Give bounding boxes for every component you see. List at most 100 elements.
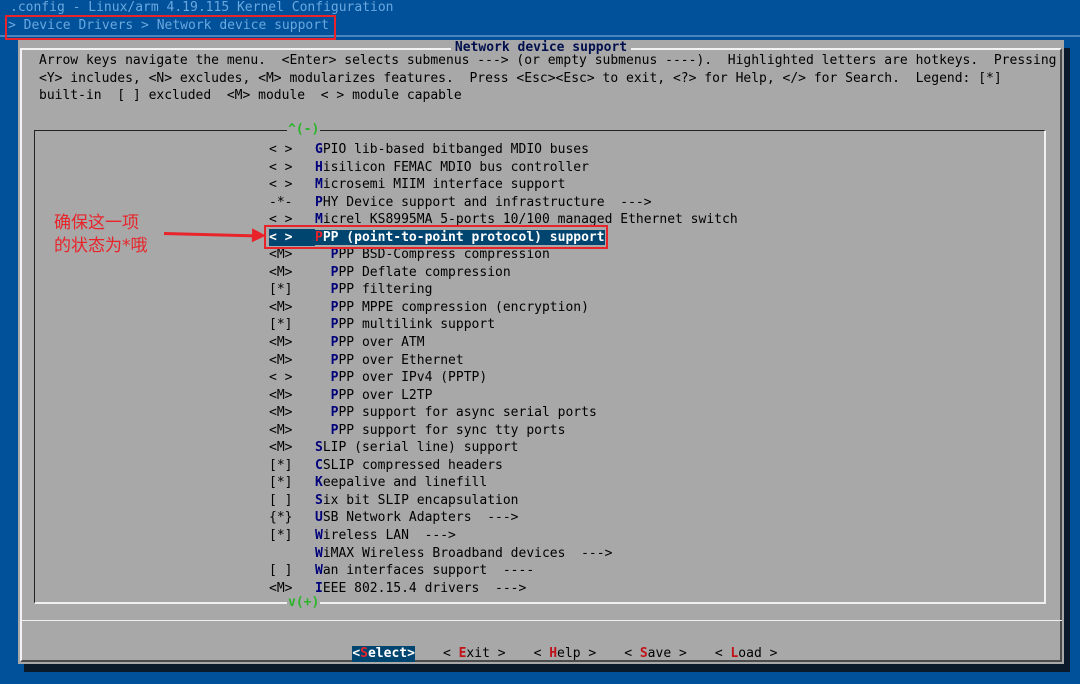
menu-item-state[interactable]: -*- [269, 194, 315, 212]
scroll-up-indicator[interactable]: ^(-) [287, 123, 321, 137]
exit-button[interactable]: < Exit > [443, 646, 506, 662]
window-title: .config - Linux/arm 4.19.115 Kernel Conf… [10, 0, 394, 15]
menu-item[interactable]: WiMAX Wireless Broadband devices ---> [269, 545, 738, 563]
menu-item[interactable]: -*- PHY Device support and infrastructure… [269, 194, 738, 212]
menu-item[interactable]: {*} USB Network Adapters ---> [269, 509, 738, 527]
menu-item-hotkey: H [315, 159, 323, 175]
save-button[interactable]: < Save > [624, 646, 687, 662]
menu-item-state[interactable]: <M> [269, 404, 315, 422]
menu-item-hotkey: W [315, 528, 323, 544]
menu-item-state[interactable]: <M> [269, 387, 315, 405]
menu-item[interactable]: [*] Keepalive and linefill [269, 474, 738, 492]
config-dialog: Network device support Arrow keys naviga… [18, 40, 1064, 664]
menu-item[interactable]: [*] Wireless LAN ---> [269, 527, 738, 545]
menu-item-label: LIP (serial line) support [322, 440, 519, 456]
menu-item[interactable]: [*] PPP multilink support [269, 316, 738, 334]
menu-item-indent [315, 317, 331, 332]
menu-list-box[interactable]: ^(-) < > GPIO lib-based bitbanged MDIO bu… [34, 123, 1046, 610]
menu-item-label: ix bit SLIP encapsulation [322, 492, 519, 508]
menu-item[interactable]: <M> SLIP (serial line) support [269, 439, 738, 457]
menu-item-state[interactable]: < > [269, 176, 315, 194]
menu-item-label: ireless LAN ---> [322, 528, 456, 544]
button-separator [20, 620, 1062, 621]
menu-item[interactable]: [*] CSLIP compressed headers [269, 457, 738, 475]
menu-item-indent [315, 353, 331, 368]
menu-item-state[interactable]: <M> [269, 352, 315, 370]
menu-item-indent [315, 423, 331, 438]
menu-item-hotkey: I [315, 580, 323, 596]
menu-item-state[interactable]: < > [269, 159, 315, 177]
menu-item[interactable]: <M> PPP over L2TP [269, 387, 738, 405]
menu-item-label: PP support for sync tty ports [338, 422, 566, 438]
menu-item-label: iMAX Wireless Broadband devices ---> [322, 545, 613, 561]
menu-item-indent [315, 300, 331, 315]
menu-item[interactable]: < > Hisilicon FEMAC MDIO bus controller [269, 159, 738, 177]
menu-item-label: icrosemi MIIM interface support [322, 177, 566, 193]
menu-item-hotkey: S [315, 492, 323, 508]
menu-item-label: PP MPPE compression (encryption) [338, 299, 589, 315]
menu-item-hotkey: K [315, 475, 323, 491]
button-bar: <Select> < Exit > < Help > < Save > < Load > [321, 630, 805, 678]
menu-item-state[interactable]: [*] [269, 457, 315, 475]
menu-item-state[interactable]: [*] [269, 316, 315, 334]
menu-item[interactable]: <M> PPP over Ethernet [269, 352, 738, 370]
menu-item-label: PP multilink support [338, 317, 496, 333]
menu-item-state[interactable]: [*] [269, 281, 315, 299]
menu-item-label: PP Deflate compression [338, 264, 511, 280]
menu-item-label: EEE 802.15.4 drivers ---> [322, 580, 527, 596]
menu-item-label: PP over ATM [338, 335, 425, 351]
menu-item-indent [315, 405, 331, 420]
menu-item-hotkey: U [315, 510, 323, 526]
menu-item-label: PP support for async serial ports [338, 405, 597, 421]
load-button[interactable]: < Load > [715, 646, 778, 662]
menu-item-label: isilicon FEMAC MDIO bus controller [322, 159, 589, 175]
menu-list: < > GPIO lib-based bitbanged MDIO buses < … [269, 141, 738, 597]
menu-item-hotkey: M [315, 177, 323, 193]
menu-item-label: PP filtering [338, 282, 433, 298]
menu-item-label: PIO lib-based bitbanged MDIO buses [322, 142, 589, 157]
menu-item[interactable]: <M> IEEE 802.15.4 drivers ---> [269, 580, 738, 598]
annotation-note: 确保这一项 的状态为*哦 [54, 213, 148, 256]
menu-item-label: eepalive and linefill [322, 475, 488, 491]
menu-item-label: SLIP compressed headers [322, 457, 503, 473]
menu-item-label: PP over IPv4 (PPTP) [338, 370, 488, 386]
select-button[interactable]: <Select> [352, 646, 415, 662]
menu-item[interactable]: < > PPP over IPv4 (PPTP) [269, 369, 738, 387]
menu-item[interactable]: [ ] Wan interfaces support ---- [269, 562, 738, 580]
selected-item-highlight-box [264, 225, 608, 249]
menu-item-state[interactable]: <M> [269, 334, 315, 352]
menu-item-state[interactable]: [*] [269, 474, 315, 492]
menu-item-indent [315, 247, 331, 262]
menu-item[interactable]: <M> PPP support for async serial ports [269, 404, 738, 422]
menu-item-state[interactable]: [*] [269, 527, 315, 545]
menu-item-state[interactable]: <M> [269, 439, 315, 457]
menu-item-label: an interfaces support ---- [322, 563, 535, 579]
menu-item-hotkey: G [315, 142, 323, 157]
menu-item[interactable]: <M> PPP Deflate compression [269, 264, 738, 282]
menu-item[interactable]: < > Microsemi MIIM interface support [269, 176, 738, 194]
menu-item-label: PP over Ethernet [338, 352, 464, 368]
menu-item[interactable]: < > GPIO lib-based bitbanged MDIO buses [269, 141, 738, 159]
menu-item[interactable]: [*] PPP filtering [269, 281, 738, 299]
menu-item-label: SB Network Adapters ---> [322, 510, 519, 526]
menu-item-state[interactable]: [ ] [269, 562, 315, 580]
menu-item-indent [315, 370, 331, 385]
menu-item[interactable]: <M> PPP MPPE compression (encryption) [269, 299, 738, 317]
menu-item[interactable]: [ ] Six bit SLIP encapsulation [269, 492, 738, 510]
scroll-down-indicator[interactable]: v(+) [287, 596, 321, 610]
menu-item-state[interactable]: <M> [269, 264, 315, 282]
menu-item-state[interactable]: < > [269, 369, 315, 387]
menu-item[interactable]: <M> PPP over ATM [269, 334, 738, 352]
menu-item-state[interactable]: < > [269, 141, 315, 159]
help-button[interactable]: < Help > [534, 646, 597, 662]
menu-item-state[interactable]: <M> [269, 299, 315, 317]
menu-item-state[interactable]: [ ] [269, 492, 315, 510]
menu-item-indent [315, 265, 331, 280]
menu-item-label: HY Device support and infrastructure ---… [322, 194, 652, 210]
menu-item-state[interactable]: {*} [269, 509, 315, 527]
help-text: Arrow keys navigate the menu. <Enter> se… [39, 53, 1057, 103]
menu-item-state[interactable]: <M> [269, 422, 315, 440]
menu-item-hotkey: P [315, 194, 323, 210]
menu-item-hotkey: S [315, 440, 323, 456]
menu-item[interactable]: <M> PPP support for sync tty ports [269, 422, 738, 440]
